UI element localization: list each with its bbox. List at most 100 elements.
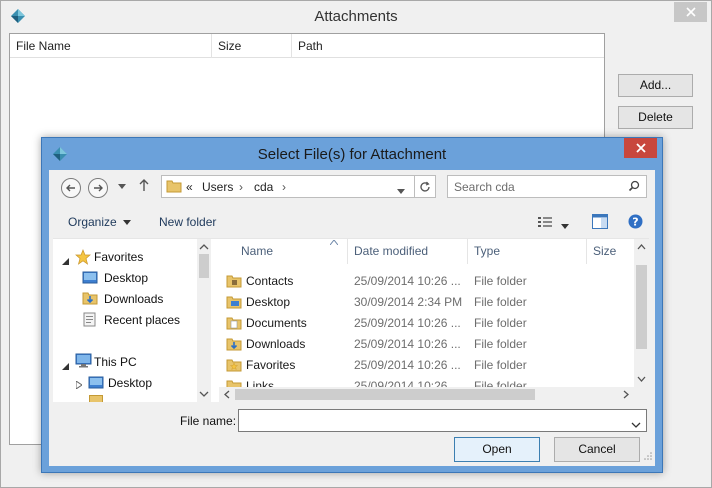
scrollbar-thumb[interactable]: [636, 265, 647, 349]
file-name: Desktop: [246, 295, 291, 309]
file-row[interactable]: Documents 25/09/2014 10:26 ... File fold…: [219, 313, 633, 334]
column-size[interactable]: Size: [212, 34, 292, 58]
pane-splitter[interactable]: [211, 239, 219, 402]
tree-item-recent-places[interactable]: Recent places: [104, 310, 180, 330]
file-list-vertical-scrollbar[interactable]: [634, 239, 649, 387]
scroll-down-icon: [199, 391, 209, 397]
dialog-title: Select File(s) for Attachment: [257, 146, 447, 163]
scrollbar-thumb[interactable]: [235, 389, 535, 400]
preview-pane-button[interactable]: [592, 214, 608, 232]
dialog-close-button[interactable]: [624, 138, 657, 158]
search-input[interactable]: Search cda: [447, 175, 647, 198]
file-name: Favorites: [246, 358, 296, 372]
view-dropdown[interactable]: [561, 219, 569, 233]
collapse-arrow-icon[interactable]: [62, 254, 69, 268]
view-options-button[interactable]: [538, 216, 552, 231]
breadcrumb-overflow[interactable]: «: [186, 180, 193, 194]
scroll-right-icon: [623, 390, 629, 399]
help-button[interactable]: ?: [628, 214, 643, 232]
column-date-modified[interactable]: Date modified: [348, 239, 468, 264]
attachments-title: Attachments: [314, 8, 398, 25]
forward-button[interactable]: [88, 178, 108, 198]
address-history-dropdown[interactable]: [397, 184, 405, 198]
details-view-icon: [538, 217, 552, 227]
breadcrumb-separator-icon[interactable]: ›: [282, 180, 286, 194]
add-button[interactable]: Add...: [618, 74, 693, 97]
file-name-dropdown[interactable]: [631, 418, 641, 432]
browser-content: Favorites Desktop Downloads Recent place…: [53, 238, 649, 402]
scrollbar-thumb[interactable]: [199, 254, 209, 278]
forward-arrow-icon: [94, 184, 103, 192]
file-row[interactable]: Downloads 25/09/2014 10:26 ... File fold…: [219, 334, 633, 355]
file-row[interactable]: Contacts 25/09/2014 10:26 ... File folde…: [219, 271, 633, 292]
new-folder-button[interactable]: New folder: [159, 215, 216, 229]
folder-icon: [226, 274, 242, 291]
open-button[interactable]: Open: [454, 437, 540, 462]
attachments-list-header: File Name Size Path: [10, 34, 604, 58]
expand-arrow-icon[interactable]: [75, 378, 83, 392]
tree-item-this-pc[interactable]: This PC: [94, 352, 137, 372]
search-icon[interactable]: [628, 180, 640, 195]
delete-button[interactable]: Delete: [618, 106, 693, 129]
file-name: Links: [246, 379, 275, 387]
column-type[interactable]: Type: [468, 239, 587, 264]
breadcrumb-users[interactable]: Users: [202, 180, 233, 194]
tree-item-favorites[interactable]: Favorites: [94, 247, 143, 267]
desktop-folder-icon: [82, 270, 98, 288]
file-list-horizontal-scrollbar[interactable]: [219, 387, 634, 402]
back-button[interactable]: [61, 178, 81, 198]
chevron-down-icon: [397, 189, 405, 194]
file-date: 25/09/2014 10:26 ...: [354, 358, 461, 372]
chevron-down-icon: [118, 184, 126, 189]
cancel-button[interactable]: Cancel: [554, 437, 640, 462]
preview-pane-icon: [592, 214, 608, 229]
tree-item-desktop[interactable]: Desktop: [104, 268, 148, 288]
file-date: 25/09/2014 10:26 ...: [354, 379, 461, 387]
up-arrow-icon: [139, 179, 149, 191]
file-type: File folder: [474, 316, 527, 330]
file-row[interactable]: Desktop 30/09/2014 2:34 PM File folder: [219, 292, 633, 313]
file-name: Downloads: [246, 337, 306, 351]
breadcrumb-separator-icon[interactable]: ›: [239, 180, 243, 194]
refresh-button[interactable]: [414, 175, 436, 198]
help-icon: ?: [628, 214, 643, 229]
resize-grip-icon[interactable]: [644, 449, 652, 463]
breadcrumb-cda[interactable]: cda: [254, 180, 273, 194]
navigation-pane-scrollbar[interactable]: [197, 239, 211, 402]
file-type: File folder: [474, 274, 527, 288]
downloads-folder-icon: [82, 291, 98, 309]
file-date: 25/09/2014 10:26 ...: [354, 274, 461, 288]
scroll-down-icon: [637, 376, 646, 382]
up-button[interactable]: [138, 178, 150, 195]
tree-item-desktop[interactable]: Desktop: [108, 373, 152, 393]
dialog-titlebar: Select File(s) for Attachment: [42, 138, 662, 170]
file-name-combobox[interactable]: [238, 409, 647, 432]
file-date: 25/09/2014 10:26 ...: [354, 316, 461, 330]
collapse-arrow-icon[interactable]: [62, 359, 69, 373]
scroll-up-icon: [637, 244, 646, 250]
column-file-name[interactable]: File Name: [10, 34, 212, 58]
address-bar[interactable]: « Users › cda ›: [161, 175, 436, 198]
column-name[interactable]: Name: [219, 239, 348, 264]
recent-locations-dropdown[interactable]: [118, 181, 126, 193]
navigation-pane[interactable]: Favorites Desktop Downloads Recent place…: [53, 239, 211, 402]
folder-icon: [89, 395, 103, 402]
recent-places-icon: [82, 312, 98, 330]
file-date: 30/09/2014 2:34 PM: [354, 295, 463, 309]
file-row[interactable]: Links 25/09/2014 10:26 ... File folder: [219, 376, 633, 387]
tree-item-downloads[interactable]: Downloads: [104, 289, 163, 309]
organize-button[interactable]: Organize: [68, 215, 132, 229]
favorites-folder-icon: [226, 358, 242, 375]
column-path[interactable]: Path: [292, 34, 604, 58]
command-bar: Organize New folder ?: [49, 206, 655, 238]
links-folder-icon: [226, 379, 242, 387]
file-type: File folder: [474, 379, 527, 387]
close-icon: [635, 143, 646, 153]
documents-folder-icon: [226, 316, 242, 333]
attachments-close-button[interactable]: [674, 2, 707, 22]
file-list[interactable]: Name Date modified Type Size Contacts 25…: [219, 239, 649, 402]
column-size[interactable]: Size: [587, 239, 635, 264]
select-files-dialog: Select File(s) for Attachment « Users › …: [41, 137, 663, 473]
file-row[interactable]: Favorites 25/09/2014 10:26 ... File fold…: [219, 355, 633, 376]
folder-icon: [166, 179, 182, 196]
